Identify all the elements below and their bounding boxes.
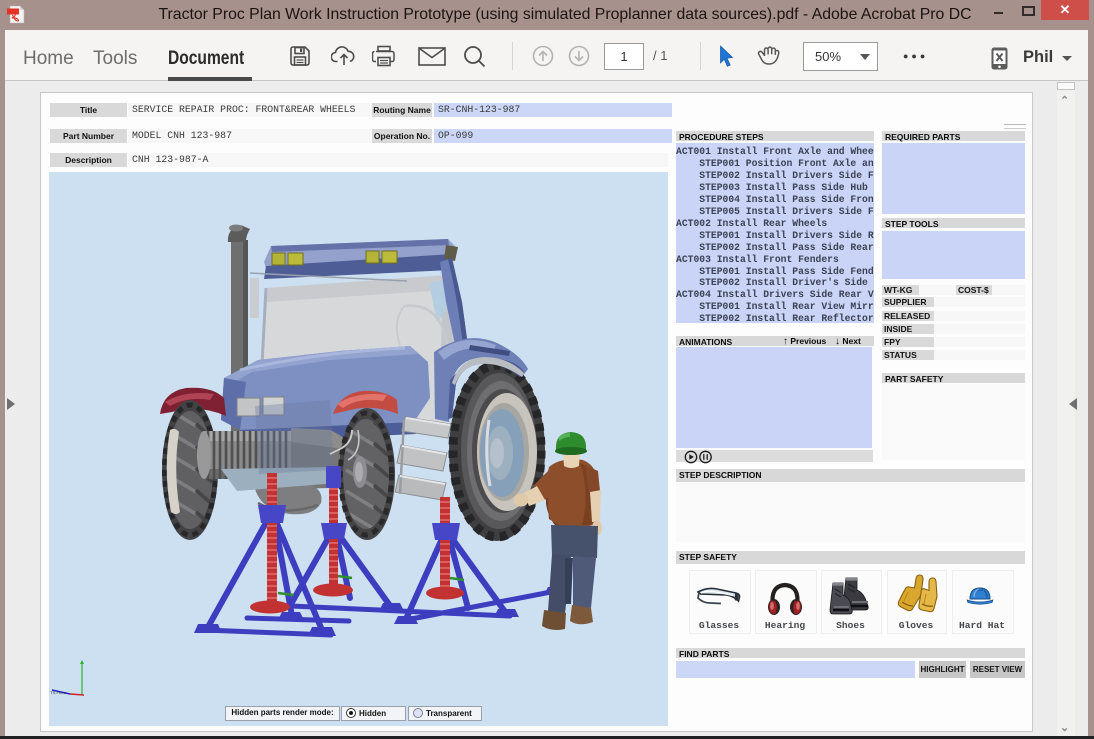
svg-text:TS-Front: TS-Front [50, 690, 67, 695]
